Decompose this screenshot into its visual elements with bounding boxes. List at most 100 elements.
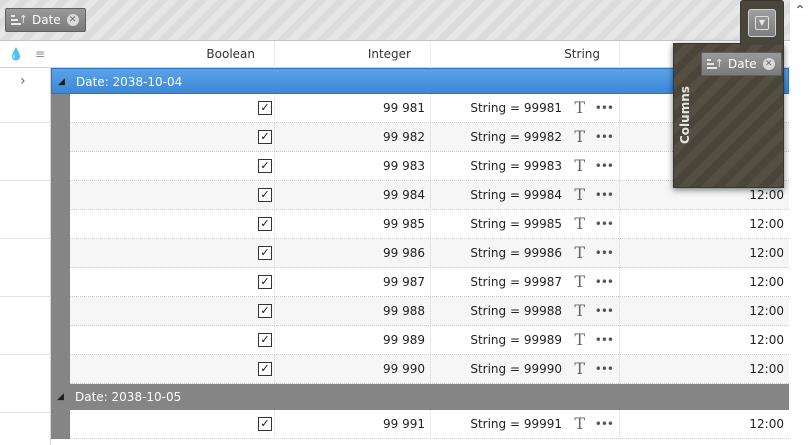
more-dots-icon[interactable]: •••: [595, 123, 614, 151]
menu-lines-icon[interactable]: ≡: [32, 46, 48, 62]
group-chip-date[interactable]: ↑ Date ✕: [5, 8, 86, 32]
group-chip-label: Date: [32, 13, 61, 27]
checkbox[interactable]: ✓: [258, 362, 272, 376]
checkbox[interactable]: ✓: [258, 159, 272, 173]
more-dots-icon[interactable]: •••: [595, 326, 614, 354]
cell-integer[interactable]: 99 986: [275, 239, 431, 268]
more-dots-icon[interactable]: •••: [595, 355, 614, 383]
cell-string[interactable]: String = 99986 T •••: [431, 239, 620, 268]
cell-boolean[interactable]: ✓: [70, 268, 275, 297]
checkbox[interactable]: ✓: [258, 275, 272, 289]
cell-time[interactable]: 12:00: [620, 297, 789, 326]
row-indicator-column: ›: [0, 68, 51, 445]
table-row[interactable]: ✓ 99 990 String = 99990 T ••• 12:00: [51, 355, 789, 384]
cell-time[interactable]: 12:00: [620, 210, 789, 239]
cell-string[interactable]: String = 99987 T •••: [431, 268, 620, 297]
table-row[interactable]: ✓ 99 988 String = 99988 T ••• 12:00: [51, 297, 789, 326]
cell-time[interactable]: 12:00: [620, 268, 789, 297]
cell-string[interactable]: String = 99990 T •••: [431, 355, 620, 384]
checkbox[interactable]: ✓: [258, 188, 272, 202]
cell-time[interactable]: 12:00: [620, 326, 789, 355]
cell-time[interactable]: 12:00: [620, 355, 789, 384]
cell-string[interactable]: String = 99985 T •••: [431, 210, 620, 239]
cell-integer[interactable]: 99 987: [275, 268, 431, 297]
more-dots-icon[interactable]: •••: [595, 268, 614, 296]
column-chip-label: Date: [728, 57, 757, 71]
text-type-icon: T: [574, 272, 585, 291]
text-type-icon: T: [574, 127, 585, 146]
column-header-string[interactable]: String: [431, 41, 620, 68]
more-dots-icon[interactable]: •••: [595, 239, 614, 267]
cell-integer[interactable]: 99 989: [275, 326, 431, 355]
columns-chooser-tab: ▼: [740, 0, 784, 45]
column-header-boolean[interactable]: Boolean: [51, 41, 275, 68]
more-dots-icon[interactable]: •••: [595, 94, 614, 122]
chevron-up-icon[interactable]: ⌃: [790, 0, 810, 22]
sort-ascending-icon: ↑: [706, 57, 724, 71]
cell-boolean[interactable]: ✓: [70, 355, 275, 384]
table-row[interactable]: ✓ 99 989 String = 99989 T ••• 12:00: [51, 326, 789, 355]
filter-drop-icon[interactable]: 💧: [8, 46, 24, 62]
expanded-triangle-icon[interactable]: ◢: [57, 384, 64, 410]
more-dots-icon[interactable]: •••: [595, 152, 614, 180]
cell-boolean[interactable]: ✓: [70, 410, 275, 439]
cell-boolean[interactable]: ✓: [70, 326, 275, 355]
cell-integer[interactable]: 99 983: [275, 152, 431, 181]
close-icon[interactable]: ✕: [66, 14, 79, 26]
chevron-right-icon: ›: [20, 73, 26, 89]
column-header-integer[interactable]: Integer: [275, 41, 431, 68]
checkbox[interactable]: ✓: [258, 333, 272, 347]
cell-string[interactable]: String = 99988 T •••: [431, 297, 620, 326]
columns-chooser-button[interactable]: ▼: [748, 9, 776, 37]
more-dots-icon[interactable]: •••: [595, 410, 614, 438]
table-row[interactable]: ✓ 99 991 String = 99991 T ••• 12:00: [51, 410, 789, 439]
cell-boolean[interactable]: ✓: [70, 123, 275, 152]
checkbox[interactable]: ✓: [258, 417, 272, 431]
text-type-icon: T: [574, 414, 585, 433]
group-label: Date: 2038-10-04: [76, 75, 183, 89]
close-icon[interactable]: ✕: [762, 58, 775, 70]
cell-boolean[interactable]: ✓: [70, 210, 275, 239]
cell-string[interactable]: String = 99982 T •••: [431, 123, 620, 152]
cell-boolean[interactable]: ✓: [70, 152, 275, 181]
cell-boolean[interactable]: ✓: [70, 239, 275, 268]
group-label: Date: 2038-10-05: [75, 390, 182, 404]
cell-integer[interactable]: 99 991: [275, 410, 431, 439]
group-row[interactable]: ◢ Date: 2038-10-05: [51, 384, 789, 410]
cell-string[interactable]: String = 99989 T •••: [431, 326, 620, 355]
more-dots-icon[interactable]: •••: [595, 210, 614, 238]
cell-string[interactable]: String = 99981 T •••: [431, 94, 620, 123]
table-row[interactable]: ✓ 99 987 String = 99987 T ••• 12:00: [51, 268, 789, 297]
columns-popup-title: Columns: [678, 86, 692, 144]
checkbox[interactable]: ✓: [258, 217, 272, 231]
text-type-icon: T: [574, 359, 585, 378]
cell-boolean[interactable]: ✓: [70, 181, 275, 210]
cell-integer[interactable]: 99 990: [275, 355, 431, 384]
checkbox[interactable]: ✓: [258, 304, 272, 318]
cell-string[interactable]: String = 99984 T •••: [431, 181, 620, 210]
cell-integer[interactable]: 99 985: [275, 210, 431, 239]
cell-string[interactable]: String = 99991 T •••: [431, 410, 620, 439]
checkbox[interactable]: ✓: [258, 130, 272, 144]
checkbox[interactable]: ✓: [258, 101, 272, 115]
cell-integer[interactable]: 99 982: [275, 123, 431, 152]
more-dots-icon[interactable]: •••: [595, 297, 614, 325]
group-by-panel[interactable]: ↑ Date ✕: [0, 0, 790, 41]
text-type-icon: T: [574, 156, 585, 175]
table-row[interactable]: ✓ 99 986 String = 99986 T ••• 12:00: [51, 239, 789, 268]
text-type-icon: T: [574, 214, 585, 233]
checkbox[interactable]: ✓: [258, 246, 272, 260]
cell-time[interactable]: 12:00: [620, 410, 789, 439]
cell-boolean[interactable]: ✓: [70, 297, 275, 326]
column-chip-date[interactable]: ↑ Date ✕: [701, 52, 782, 76]
text-type-icon: T: [574, 243, 585, 262]
cell-integer[interactable]: 99 988: [275, 297, 431, 326]
cell-integer[interactable]: 99 981: [275, 94, 431, 123]
expanded-triangle-icon[interactable]: ◢: [58, 69, 65, 95]
cell-string[interactable]: String = 99983 T •••: [431, 152, 620, 181]
cell-time[interactable]: 12:00: [620, 239, 789, 268]
cell-integer[interactable]: 99 984: [275, 181, 431, 210]
more-dots-icon[interactable]: •••: [595, 181, 614, 209]
table-row[interactable]: ✓ 99 985 String = 99985 T ••• 12:00: [51, 210, 789, 239]
cell-boolean[interactable]: ✓: [70, 94, 275, 123]
